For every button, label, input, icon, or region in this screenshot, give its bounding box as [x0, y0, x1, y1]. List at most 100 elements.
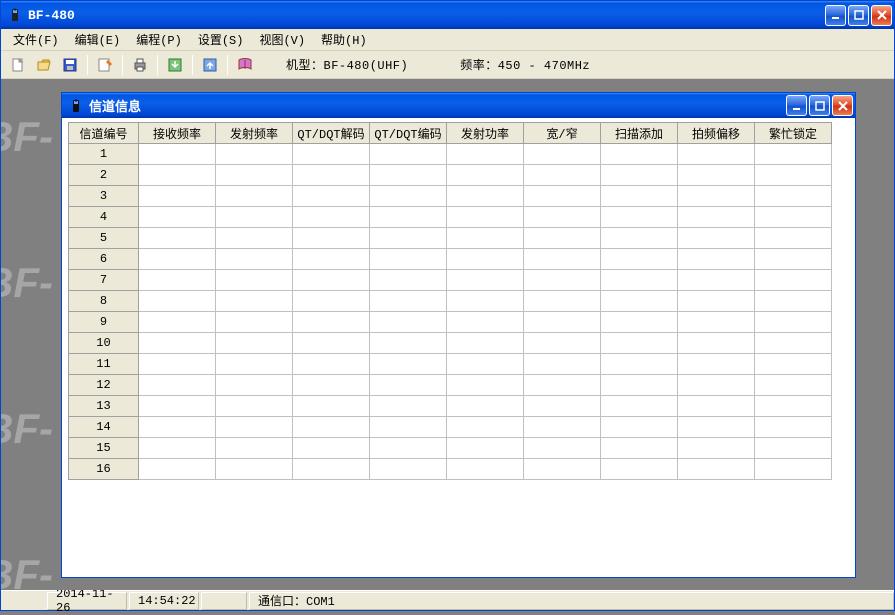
main-maximize-button[interactable] [848, 5, 869, 26]
grid-cell[interactable] [370, 459, 447, 480]
grid-row-header[interactable]: 8 [69, 291, 139, 312]
grid-cell[interactable] [216, 459, 293, 480]
grid-cell[interactable] [370, 186, 447, 207]
grid-row-header[interactable]: 16 [69, 459, 139, 480]
edit-button[interactable] [94, 54, 116, 76]
grid-cell[interactable] [447, 270, 524, 291]
grid-column-header[interactable]: 拍频偏移 [678, 123, 755, 144]
help-button[interactable] [234, 54, 256, 76]
menu-settings[interactable]: 设置(S) [190, 29, 252, 50]
grid-cell[interactable] [293, 333, 370, 354]
grid-cell[interactable] [678, 144, 755, 165]
grid-cell[interactable] [447, 165, 524, 186]
grid-cell[interactable] [139, 354, 216, 375]
grid-cell[interactable] [601, 438, 678, 459]
grid-cell[interactable] [601, 291, 678, 312]
grid-cell[interactable] [216, 144, 293, 165]
grid-cell[interactable] [755, 438, 832, 459]
grid-cell[interactable] [139, 312, 216, 333]
grid-cell[interactable] [447, 354, 524, 375]
grid-cell[interactable] [447, 291, 524, 312]
save-button[interactable] [59, 54, 81, 76]
grid-cell[interactable] [447, 438, 524, 459]
grid-cell[interactable] [447, 207, 524, 228]
grid-cell[interactable] [293, 228, 370, 249]
main-close-button[interactable] [871, 5, 892, 26]
grid-cell[interactable] [293, 396, 370, 417]
grid-cell[interactable] [755, 396, 832, 417]
read-button[interactable] [164, 54, 186, 76]
grid-cell[interactable] [293, 438, 370, 459]
grid-row-header[interactable]: 7 [69, 270, 139, 291]
grid-row-header[interactable]: 3 [69, 186, 139, 207]
grid-corner-header[interactable]: 信道编号 [69, 123, 139, 144]
grid-cell[interactable] [755, 207, 832, 228]
grid-cell[interactable] [293, 291, 370, 312]
grid-cell[interactable] [601, 186, 678, 207]
write-button[interactable] [199, 54, 221, 76]
grid-cell[interactable] [370, 249, 447, 270]
grid-cell[interactable] [524, 228, 601, 249]
grid-cell[interactable] [678, 333, 755, 354]
grid-cell[interactable] [755, 144, 832, 165]
grid-cell[interactable] [678, 270, 755, 291]
grid-cell[interactable] [139, 417, 216, 438]
grid-cell[interactable] [601, 165, 678, 186]
grid-cell[interactable] [293, 375, 370, 396]
grid-cell[interactable] [601, 207, 678, 228]
grid-cell[interactable] [293, 270, 370, 291]
grid-row-header[interactable]: 2 [69, 165, 139, 186]
grid-row-header[interactable]: 9 [69, 312, 139, 333]
child-titlebar[interactable]: 信道信息 [62, 93, 855, 118]
grid-column-header[interactable]: 扫描添加 [601, 123, 678, 144]
grid-cell[interactable] [678, 186, 755, 207]
grid-cell[interactable] [755, 270, 832, 291]
grid-cell[interactable] [370, 417, 447, 438]
grid-cell[interactable] [216, 186, 293, 207]
grid-cell[interactable] [755, 312, 832, 333]
main-minimize-button[interactable] [825, 5, 846, 26]
grid-cell[interactable] [755, 333, 832, 354]
child-close-button[interactable] [832, 95, 853, 116]
grid-cell[interactable] [601, 459, 678, 480]
grid-row-header[interactable]: 11 [69, 354, 139, 375]
grid-cell[interactable] [447, 228, 524, 249]
grid-cell[interactable] [678, 375, 755, 396]
grid-cell[interactable] [370, 228, 447, 249]
grid-cell[interactable] [755, 354, 832, 375]
grid-cell[interactable] [601, 312, 678, 333]
grid-cell[interactable] [293, 312, 370, 333]
grid-cell[interactable] [293, 354, 370, 375]
grid-cell[interactable] [139, 165, 216, 186]
grid-cell[interactable] [293, 459, 370, 480]
menu-edit[interactable]: 编辑(E) [67, 29, 129, 50]
grid-row-header[interactable]: 6 [69, 249, 139, 270]
grid-cell[interactable] [678, 207, 755, 228]
grid-cell[interactable] [524, 312, 601, 333]
grid-cell[interactable] [678, 438, 755, 459]
grid-cell[interactable] [678, 354, 755, 375]
channel-grid[interactable]: 信道编号接收频率发射频率QT/DQT解码QT/DQT编码发射功率宽/窄扫描添加拍… [68, 122, 832, 480]
grid-row-header[interactable]: 10 [69, 333, 139, 354]
grid-cell[interactable] [139, 396, 216, 417]
grid-cell[interactable] [601, 333, 678, 354]
grid-cell[interactable] [524, 207, 601, 228]
grid-cell[interactable] [370, 291, 447, 312]
grid-cell[interactable] [601, 144, 678, 165]
grid-cell[interactable] [139, 270, 216, 291]
grid-cell[interactable] [447, 144, 524, 165]
grid-cell[interactable] [601, 417, 678, 438]
grid-cell[interactable] [370, 207, 447, 228]
menu-program[interactable]: 编程(P) [128, 29, 190, 50]
grid-row-header[interactable]: 5 [69, 228, 139, 249]
grid-cell[interactable] [755, 186, 832, 207]
grid-cell[interactable] [524, 333, 601, 354]
grid-cell[interactable] [524, 375, 601, 396]
grid-cell[interactable] [216, 354, 293, 375]
grid-cell[interactable] [293, 165, 370, 186]
grid-column-header[interactable]: 接收频率 [139, 123, 216, 144]
grid-cell[interactable] [524, 144, 601, 165]
grid-cell[interactable] [524, 417, 601, 438]
grid-cell[interactable] [755, 228, 832, 249]
grid-cell[interactable] [216, 396, 293, 417]
